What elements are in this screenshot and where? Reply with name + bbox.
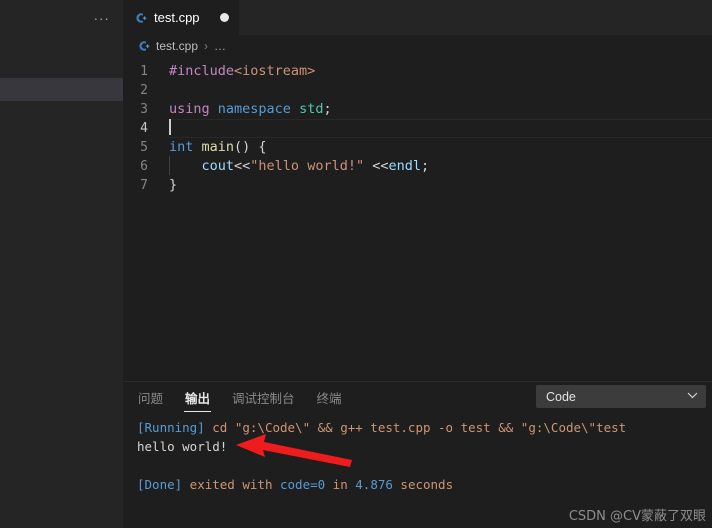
output-segment: code=0: [280, 477, 326, 492]
panel-tab-2[interactable]: 调试控制台: [232, 382, 295, 412]
cpp-file-icon: [134, 11, 148, 25]
explorer-sidebar: ...: [0, 0, 123, 528]
sidebar-more-actions-icon[interactable]: ...: [94, 8, 110, 22]
panel-tab-1[interactable]: 输出: [184, 382, 212, 412]
indent-guide: [169, 156, 170, 175]
tab-label: test.cpp: [154, 10, 200, 25]
code-line[interactable]: 3 using namespace std;: [123, 100, 712, 119]
output-segment: cd "g:\Code\" && g++ test.cpp -o test &&…: [204, 420, 627, 435]
output-segment: exited with: [182, 477, 280, 492]
line-number: 2: [140, 83, 148, 98]
vscode-window: ... test.cpp test.cpp › … 1 #include<ios…: [0, 0, 712, 528]
code-line-text: [169, 119, 712, 138]
code-line[interactable]: 1 #include<iostream>: [123, 62, 712, 81]
output-segment: in: [325, 477, 356, 492]
tab-dirty-indicator[interactable]: [219, 13, 229, 22]
line-number: 6: [140, 159, 148, 174]
breadcrumb-cpp-file-icon: [137, 39, 151, 53]
code-line[interactable]: 2: [123, 81, 712, 100]
line-number: 1: [140, 64, 148, 79]
panel-tab-3[interactable]: 终端: [317, 382, 342, 412]
code-token: cout: [201, 158, 235, 174]
output-channel-select[interactable]: Code: [536, 385, 706, 408]
code-token: "hello world!": [250, 158, 365, 174]
breadcrumb: test.cpp › …: [123, 35, 712, 57]
code-line-text: using namespace std;: [169, 100, 712, 119]
code-token: std: [299, 101, 324, 117]
code-token: int: [169, 139, 194, 155]
output-segment: [Running]: [137, 420, 205, 435]
panel-tab-bar: 问题 输出 调试控制台 终端 Code: [123, 382, 712, 412]
output-line: [Done] exited with code=0 in 4.876 secon…: [137, 475, 712, 494]
text-cursor: [169, 119, 171, 135]
code-token: <iostream>: [234, 63, 316, 79]
code-line[interactable]: 6 cout<<"hello world!" <<endl;: [123, 156, 712, 176]
output-line: [Running] cd "g:\Code\" && g++ test.cpp …: [137, 418, 712, 437]
code-token: endl: [388, 158, 422, 174]
editor-tab-bar: test.cpp: [123, 0, 712, 35]
chevron-right-icon: ›: [204, 39, 209, 53]
panel-tab-0[interactable]: 问题: [138, 382, 163, 412]
chevron-down-icon: [687, 392, 698, 402]
code-line-text: int main() {: [169, 138, 712, 157]
breadcrumb-ellipsis[interactable]: …: [214, 39, 227, 53]
sidebar-selected-item[interactable]: [0, 78, 123, 101]
code-line-text: cout<<"hello world!" <<endl;: [169, 156, 712, 176]
code-token: ;: [323, 101, 332, 117]
output-segment: [Done]: [137, 477, 183, 492]
output-segment: hello world!: [137, 439, 228, 454]
output-segment: 4.876: [355, 477, 393, 492]
tab-test-cpp[interactable]: test.cpp: [123, 0, 239, 35]
code-token: main: [201, 139, 235, 155]
line-number: 3: [140, 102, 148, 117]
output-segment: seconds: [392, 477, 454, 492]
code-token: using: [169, 101, 210, 117]
line-number: 7: [140, 178, 148, 193]
code-line-text: #include<iostream>: [169, 62, 712, 81]
line-number: 5: [140, 140, 148, 155]
code-token: () {: [234, 139, 267, 155]
editor-area: test.cpp test.cpp › … 1 #include<iostream…: [123, 0, 712, 528]
code-line[interactable]: 4: [123, 119, 712, 138]
code-line[interactable]: 7}: [123, 176, 712, 195]
code-line-text: }: [169, 176, 712, 195]
code-token: namespace: [217, 101, 291, 117]
code-token: #include: [169, 63, 235, 79]
code-token: <<: [234, 158, 251, 174]
code-token: ;: [421, 158, 430, 174]
watermark-text: CSDN @CV蒙蔽了双眼: [568, 509, 706, 524]
line-number: 4: [140, 121, 148, 136]
output-channel-value: Code: [546, 389, 576, 404]
code-editor[interactable]: 1 #include<iostream> 2 3 using namespace std…: [123, 57, 712, 381]
code-token: <<: [372, 158, 389, 174]
output-line: hello world!: [137, 437, 712, 456]
breadcrumb-file[interactable]: test.cpp: [156, 39, 198, 53]
code-line[interactable]: 5 int main() {: [123, 138, 712, 157]
code-token: }: [169, 177, 178, 193]
